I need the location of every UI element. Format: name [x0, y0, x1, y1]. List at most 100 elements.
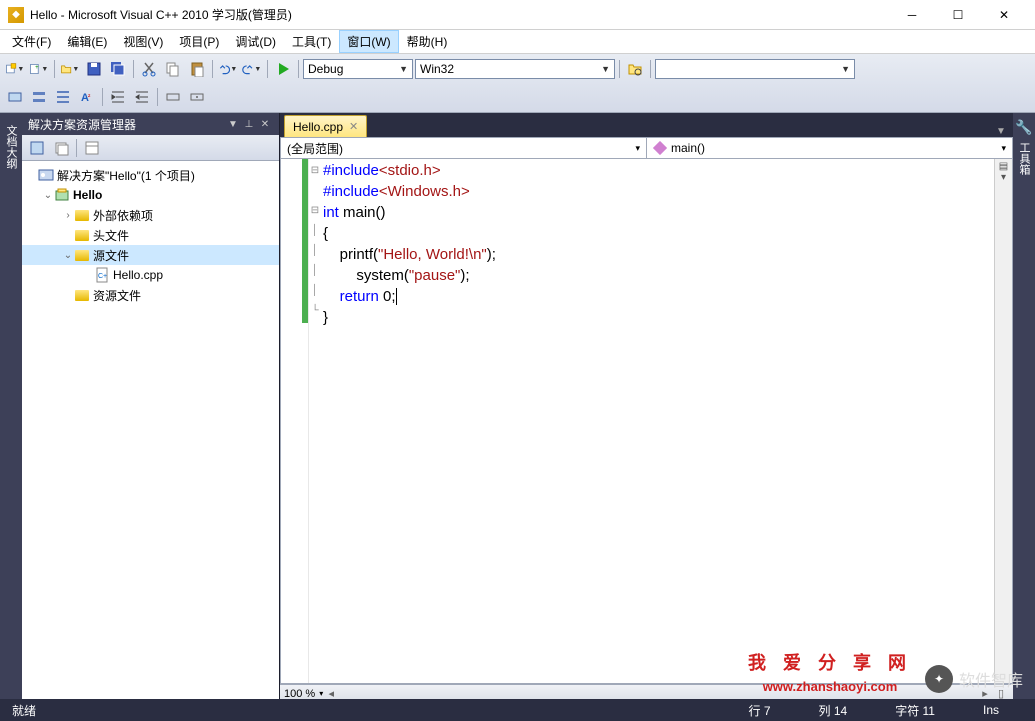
- toolbox-button[interactable]: [4, 86, 26, 108]
- scope-combo[interactable]: (全局范围)▾: [281, 138, 647, 158]
- bookmark-button[interactable]: A²: [76, 86, 98, 108]
- outline-collapse-icon[interactable]: ⊟: [309, 161, 321, 181]
- cpp-file-icon: C+: [94, 267, 110, 283]
- platform-combo[interactable]: Win32▼: [415, 59, 615, 79]
- window-title: Hello - Microsoft Visual C++ 2010 学习版(管理…: [30, 6, 889, 23]
- save-all-button[interactable]: [107, 58, 129, 80]
- menu-tools[interactable]: 工具(T): [284, 30, 339, 53]
- minimize-button[interactable]: ─: [889, 0, 935, 30]
- close-button[interactable]: ✕: [981, 0, 1027, 30]
- toolbar: ▼ +▼ ▼ ▼ ▼ Debug▼ Win32▼ ▼ A²: [0, 54, 1035, 113]
- uncomment-button[interactable]: [52, 86, 74, 108]
- folder-icon: [74, 227, 90, 243]
- find-in-files-button[interactable]: [624, 58, 646, 80]
- code-editor[interactable]: ⊟ ⊟ ││││└ #include<stdio.h> #include<Win…: [280, 159, 1013, 684]
- wrench-icon: 🔧: [1015, 119, 1032, 136]
- code-nav-bar: (全局范围)▾ main()▾: [280, 137, 1013, 159]
- tab-button[interactable]: [162, 86, 184, 108]
- config-combo[interactable]: Debug▼: [303, 59, 413, 79]
- tab-close-icon[interactable]: ✕: [349, 120, 358, 133]
- zoom-level[interactable]: 100 %: [284, 688, 315, 700]
- outdent-button[interactable]: [131, 86, 153, 108]
- cut-button[interactable]: [138, 58, 160, 80]
- tree-resources[interactable]: 资源文件: [22, 285, 279, 305]
- panel-close-button[interactable]: ✕: [257, 116, 273, 132]
- tab-dropdown-button[interactable]: ▼: [993, 126, 1009, 137]
- maximize-button[interactable]: ☐: [935, 0, 981, 30]
- outline-gutter[interactable]: ⊟ ⊟ ││││└: [309, 159, 321, 683]
- menu-debug[interactable]: 调试(D): [227, 30, 284, 53]
- expand-icon[interactable]: ›: [62, 210, 74, 221]
- copy-button[interactable]: [162, 58, 184, 80]
- solution-icon: [38, 167, 54, 183]
- tree-sources[interactable]: ⌄ 源文件: [22, 245, 279, 265]
- redo-button[interactable]: ▼: [241, 58, 263, 80]
- comment-button[interactable]: [28, 86, 50, 108]
- indent-button[interactable]: [107, 86, 129, 108]
- new-project-button[interactable]: ▼: [4, 58, 26, 80]
- status-ins: Ins: [983, 703, 999, 717]
- menu-project[interactable]: 项目(P): [171, 30, 227, 53]
- menu-window[interactable]: 窗口(W): [339, 30, 398, 53]
- status-char: 字符 11: [895, 702, 935, 719]
- tree-headers[interactable]: 头文件: [22, 225, 279, 245]
- solution-explorer-title: 解决方案资源管理器: [28, 116, 136, 133]
- editor-tab-strip: Hello.cpp ✕ ▼: [280, 113, 1013, 137]
- change-marker: [302, 159, 308, 323]
- main-area: 文档大纲 解决方案资源管理器 ▼ ⊥ ✕ 解决方案"Hello"(1 个项目) …: [0, 113, 1035, 702]
- status-col: 列 14: [819, 702, 848, 719]
- panel-pin-button[interactable]: ⊥: [241, 116, 257, 132]
- panel-dropdown-button[interactable]: ▼: [225, 116, 241, 132]
- file-tab-hello-cpp[interactable]: Hello.cpp ✕: [284, 115, 367, 137]
- tree-file-hello-cpp[interactable]: C+ Hello.cpp: [22, 265, 279, 285]
- folder-open-icon: [74, 247, 90, 263]
- status-ready: 就绪: [12, 702, 36, 719]
- vs-icon: ◆: [8, 7, 24, 23]
- solution-explorer-toolbar: [22, 135, 279, 161]
- properties-button[interactable]: [81, 137, 103, 159]
- expand-icon[interactable]: ⌄: [42, 190, 54, 201]
- home-button[interactable]: [26, 137, 48, 159]
- title-bar: ◆ Hello - Microsoft Visual C++ 2010 学习版(…: [0, 0, 1035, 30]
- svg-text:C+: C+: [98, 273, 107, 280]
- status-bar: 就绪 行 7 列 14 字符 11 Ins: [0, 699, 1035, 721]
- find-combo[interactable]: ▼: [655, 59, 855, 79]
- add-item-button[interactable]: +▼: [28, 58, 50, 80]
- menu-help[interactable]: 帮助(H): [399, 30, 456, 53]
- folder-icon: [74, 207, 90, 223]
- expand-icon[interactable]: ⌄: [62, 250, 74, 261]
- status-line: 行 7: [748, 702, 770, 719]
- whitespace-button[interactable]: [186, 86, 208, 108]
- start-debug-button[interactable]: [272, 58, 294, 80]
- svg-text:²: ²: [88, 94, 91, 101]
- solution-tree[interactable]: 解决方案"Hello"(1 个项目) ⌄ Hello › 外部依赖项 头文件 ⌄…: [22, 161, 279, 702]
- solution-explorer-header: 解决方案资源管理器 ▼ ⊥ ✕: [22, 113, 279, 135]
- scroll-marker[interactable]: ▤▾: [994, 159, 1012, 683]
- paste-button[interactable]: [186, 58, 208, 80]
- show-all-button[interactable]: [50, 137, 72, 159]
- undo-button[interactable]: ▼: [217, 58, 239, 80]
- member-combo[interactable]: main()▾: [647, 138, 1012, 158]
- code-text[interactable]: #include<stdio.h> #include<Windows.h> in…: [321, 159, 994, 683]
- wechat-icon: ✦: [925, 665, 953, 693]
- save-button[interactable]: [83, 58, 105, 80]
- editor-area: Hello.cpp ✕ ▼ (全局范围)▾ main()▾: [280, 113, 1013, 702]
- menu-view[interactable]: 视图(V): [115, 30, 171, 53]
- document-outline-tab[interactable]: 文档大纲: [1, 119, 21, 175]
- menu-edit[interactable]: 编辑(E): [59, 30, 115, 53]
- channel-badge: ✦ 软件智库: [925, 665, 1023, 693]
- right-dock-tab[interactable]: 🔧 工具箱: [1013, 113, 1035, 702]
- project-icon: [54, 187, 70, 203]
- method-icon: [653, 141, 667, 155]
- outline-collapse-icon[interactable]: ⊟: [309, 201, 321, 221]
- tree-project-node[interactable]: ⌄ Hello: [22, 185, 279, 205]
- open-button[interactable]: ▼: [59, 58, 81, 80]
- tree-solution-node[interactable]: 解决方案"Hello"(1 个项目): [22, 165, 279, 185]
- tree-external-deps[interactable]: › 外部依赖项: [22, 205, 279, 225]
- svg-text:+: +: [35, 64, 39, 71]
- toolbox-tab[interactable]: 工具箱: [1014, 136, 1034, 181]
- menu-file[interactable]: 文件(F): [4, 30, 59, 53]
- menu-bar: 文件(F) 编辑(E) 视图(V) 项目(P) 调试(D) 工具(T) 窗口(W…: [0, 30, 1035, 54]
- left-dock-tab[interactable]: 文档大纲: [0, 113, 22, 702]
- window-controls: ─ ☐ ✕: [889, 0, 1027, 30]
